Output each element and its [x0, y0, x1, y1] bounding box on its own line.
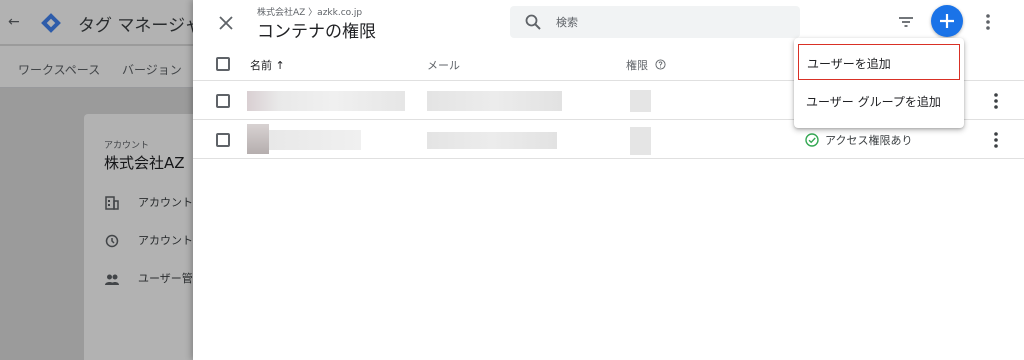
search-bar — [510, 6, 800, 38]
filter-icon[interactable] — [895, 11, 917, 33]
search-icon — [525, 14, 541, 30]
plus-icon — [940, 14, 954, 28]
column-header-permission-label: 権限 — [626, 59, 648, 72]
status-badge: アクセス権限あり — [805, 132, 912, 148]
add-button[interactable] — [931, 5, 963, 37]
column-header-name[interactable]: 名前 ↑ — [250, 57, 285, 73]
redacted-name — [247, 91, 405, 111]
redacted-name — [247, 124, 269, 154]
redacted-email — [427, 91, 562, 111]
select-all-checkbox[interactable] — [216, 57, 230, 71]
more-vert-icon[interactable] — [990, 91, 1002, 111]
redacted-email — [427, 132, 557, 149]
more-vert-icon[interactable] — [980, 11, 996, 33]
close-icon[interactable] — [215, 12, 237, 34]
check-circle-icon — [805, 133, 819, 147]
status-text: アクセス権限あり — [825, 134, 913, 147]
row-checkbox[interactable] — [216, 133, 230, 147]
search-input[interactable] — [556, 12, 786, 32]
redacted-permission — [630, 90, 651, 112]
row-checkbox[interactable] — [216, 94, 230, 108]
column-header-permission[interactable]: 権限 — [626, 57, 666, 73]
redacted-name — [269, 130, 361, 150]
column-header-email[interactable]: メール — [427, 57, 460, 73]
redacted-permission — [630, 127, 651, 155]
menu-item-add-user-group[interactable]: ユーザー グループを追加 — [798, 83, 960, 119]
help-icon[interactable] — [654, 59, 666, 70]
page-title: コンテナの権限 — [257, 22, 376, 42]
more-vert-icon[interactable] — [990, 130, 1002, 150]
menu-item-add-user[interactable]: ユーザーを追加 — [798, 44, 960, 80]
add-menu: ユーザーを追加 ユーザー グループを追加 — [794, 38, 964, 128]
